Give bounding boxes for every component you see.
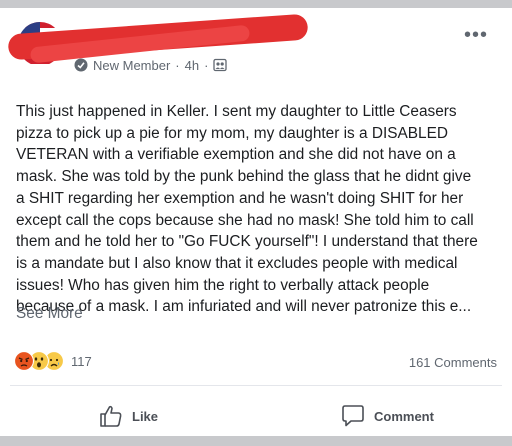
post-meta: New Member · 4h · bbox=[74, 56, 228, 74]
comment-button[interactable]: Comment bbox=[340, 396, 434, 436]
like-button[interactable]: Like bbox=[98, 396, 158, 436]
separator: · bbox=[175, 57, 180, 73]
comment-icon bbox=[342, 405, 364, 427]
reactions-summary[interactable]: 117 bbox=[14, 351, 92, 371]
comments-count[interactable]: 161 Comments bbox=[409, 355, 497, 370]
post-text: This just happened in Keller. I sent my … bbox=[16, 103, 478, 316]
comment-label: Comment bbox=[374, 408, 434, 424]
thumbs-up-icon bbox=[100, 405, 122, 427]
group-privacy-icon bbox=[213, 58, 228, 72]
separator: · bbox=[204, 57, 209, 73]
new-member-icon bbox=[74, 58, 88, 72]
angry-icon bbox=[14, 351, 34, 371]
reaction-count[interactable]: 117 bbox=[71, 354, 92, 369]
divider bbox=[10, 385, 502, 386]
like-label: Like bbox=[132, 408, 159, 424]
author-status[interactable]: New Member bbox=[93, 58, 170, 73]
more-options-icon[interactable]: ••• bbox=[464, 25, 488, 45]
post-card: New Member · 4h · ••• This just happened… bbox=[0, 8, 512, 436]
see-more-link[interactable]: See More bbox=[16, 305, 83, 323]
action-bar: Like Comment bbox=[0, 396, 512, 436]
post-time[interactable]: 4h bbox=[185, 58, 199, 73]
